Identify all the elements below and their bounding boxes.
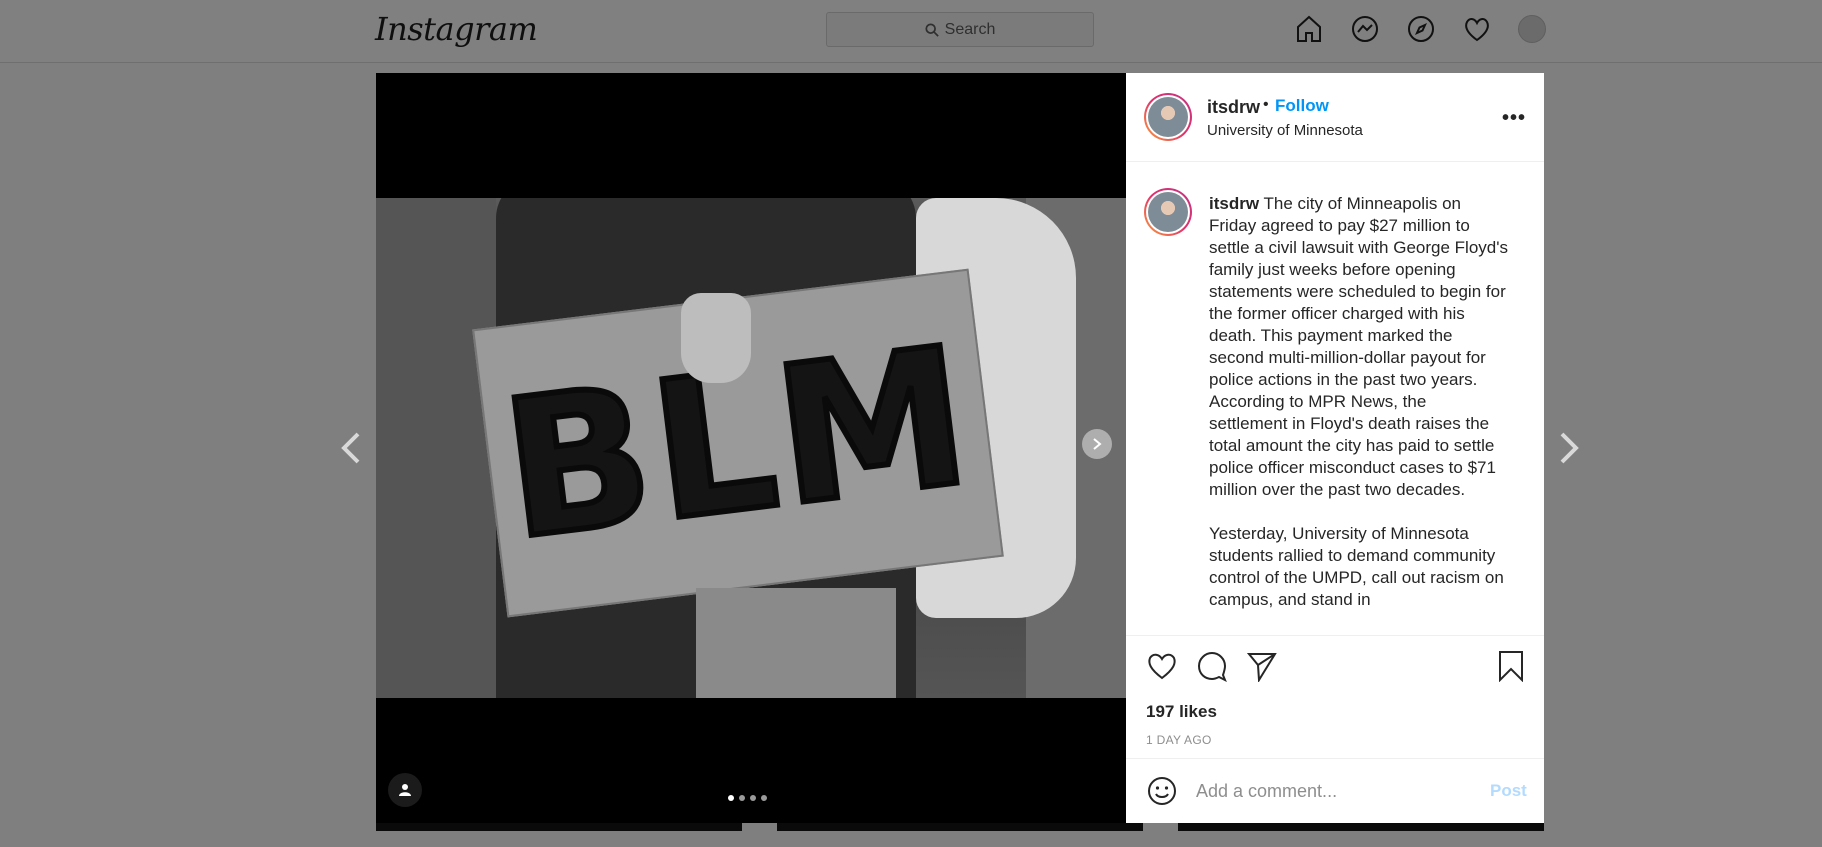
carousel-dots [728,795,767,801]
more-options-icon[interactable]: ••• [1502,107,1526,130]
search-icon [925,22,939,37]
comment-input[interactable]: Add a comment... [1196,781,1337,802]
share-paper-plane-icon[interactable] [1246,650,1278,682]
likes-count[interactable]: 197 likes [1146,702,1217,722]
top-nav-bar: Instagram Search [0,0,1822,63]
photo-building-left [376,198,496,698]
instagram-logo[interactable]: Instagram [375,10,538,48]
follow-button[interactable]: Follow [1275,96,1329,116]
nav-icons [1294,14,1546,44]
carousel-dot [761,795,767,801]
previous-post-arrow-icon[interactable] [336,430,366,466]
separator-dot: • [1263,96,1269,113]
author-username[interactable]: itsdrw [1207,97,1260,118]
caption-paragraph-1: The city of Minneapolis on Friday agreed… [1209,194,1508,499]
post-location[interactable]: University of Minnesota [1207,122,1363,139]
carousel-dot [750,795,756,801]
next-post-arrow-icon[interactable] [1554,430,1584,466]
tagged-users-button[interactable] [388,773,422,807]
carousel-next-button[interactable] [1082,429,1112,459]
emoji-icon[interactable] [1146,775,1178,807]
carousel-dot [728,795,734,801]
comment-bubble-icon[interactable] [1196,650,1228,682]
like-heart-icon[interactable] [1146,650,1178,682]
post-header: itsdrw • Follow University of Minnesota … [1126,73,1544,162]
caption-text: itsdrw The city of Minneapolis on Friday… [1209,193,1509,611]
background-post-strip [376,823,742,831]
caption-section: itsdrw The city of Minneapolis on Friday… [1126,162,1544,709]
post-photo: BLM [376,198,1126,698]
profile-avatar[interactable] [1518,15,1546,43]
add-comment-bar: Add a comment... Post [1126,758,1544,823]
post-media[interactable]: BLM [376,73,1126,823]
caption-paragraph-2: Yesterday, University of Minnesota stude… [1209,524,1504,609]
bookmark-icon[interactable] [1496,650,1526,682]
post-side-panel: itsdrw • Follow University of Minnesota … [1126,73,1544,823]
chevron-right-icon [1093,438,1102,450]
caption-author-avatar[interactable] [1144,188,1192,236]
post-comment-button[interactable]: Post [1490,781,1527,801]
caption-username[interactable]: itsdrw [1209,194,1259,213]
home-icon[interactable] [1294,14,1324,44]
activity-heart-icon[interactable] [1462,14,1492,44]
search-input[interactable]: Search [826,12,1094,47]
search-placeholder: Search [944,20,996,38]
carousel-dot [739,795,745,801]
author-avatar[interactable] [1144,93,1192,141]
user-icon [399,784,411,796]
post-timestamp: 1 DAY AGO [1146,733,1212,747]
messenger-icon[interactable] [1350,14,1380,44]
photo-hand [681,293,751,383]
explore-icon[interactable] [1406,14,1436,44]
background-post-strip [777,823,1143,831]
photo-jeans [696,588,896,698]
